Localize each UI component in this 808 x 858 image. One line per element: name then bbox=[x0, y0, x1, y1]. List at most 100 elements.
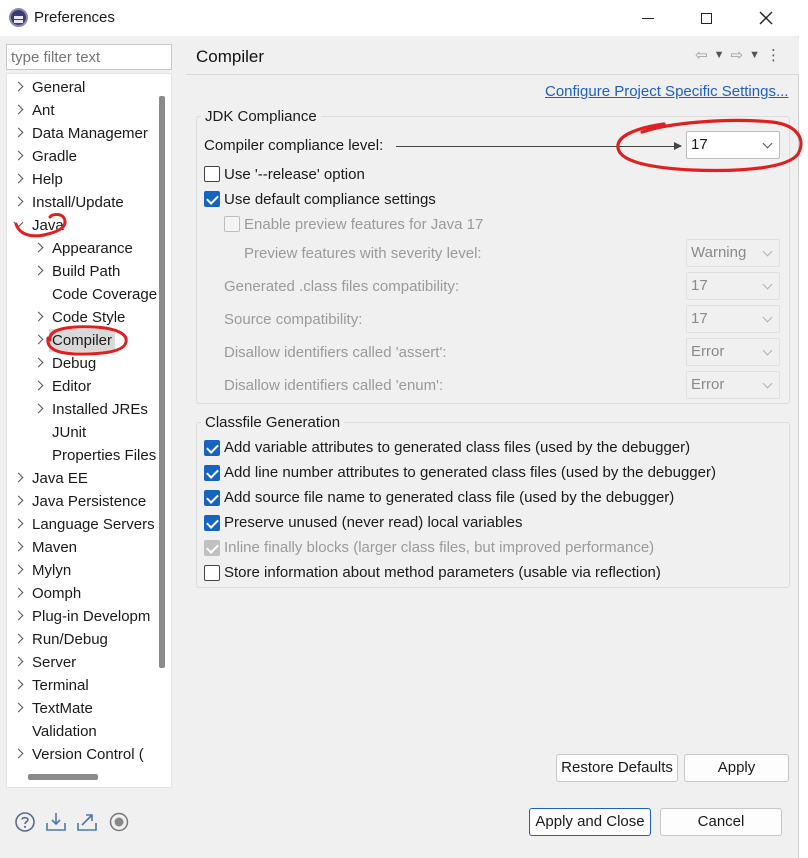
chevron-right-icon[interactable] bbox=[13, 679, 24, 690]
chevron-right-icon[interactable] bbox=[33, 311, 44, 322]
tree-item-label: Debug bbox=[52, 355, 97, 372]
preview-features-checkbox[interactable] bbox=[224, 216, 240, 232]
tree-item-version-control[interactable]: Version Control ( bbox=[7, 743, 167, 766]
tree-item-junit[interactable]: JUnit bbox=[7, 421, 167, 444]
chevron-down-icon bbox=[762, 246, 773, 257]
tree-item-maven[interactable]: Maven bbox=[7, 536, 167, 559]
chevron-right-icon[interactable] bbox=[13, 656, 24, 667]
forward-arrow-icon[interactable]: ⇨ bbox=[731, 46, 744, 64]
enum-ids-label: Disallow identifiers called 'enum': bbox=[224, 377, 444, 394]
classfile-option-checkbox[interactable] bbox=[204, 540, 220, 556]
tree-item-compiler[interactable]: Compiler bbox=[7, 329, 167, 352]
import-icon[interactable] bbox=[45, 811, 67, 833]
apply-button[interactable]: Apply bbox=[684, 754, 789, 782]
tree-item-java-ee[interactable]: Java EE bbox=[7, 467, 167, 490]
tree-item-terminal[interactable]: Terminal bbox=[7, 674, 167, 697]
apply-and-close-button[interactable]: Apply and Close bbox=[529, 808, 651, 836]
back-arrow-icon[interactable]: ⇦ bbox=[695, 46, 708, 64]
release-option-checkbox[interactable] bbox=[204, 166, 220, 182]
tree-item-code-style[interactable]: Code Style bbox=[7, 306, 167, 329]
chevron-right-icon[interactable] bbox=[13, 633, 24, 644]
tree-item-plug-in-developm[interactable]: Plug-in Developm bbox=[7, 605, 167, 628]
tree-item-server[interactable]: Server bbox=[7, 651, 167, 674]
tree-item-appearance[interactable]: Appearance bbox=[7, 237, 167, 260]
chevron-right-icon[interactable] bbox=[13, 196, 24, 207]
generated-class-select[interactable]: 17 bbox=[686, 272, 780, 300]
chevron-right-icon[interactable] bbox=[13, 81, 24, 92]
source-compat-label: Source compatibility: bbox=[224, 311, 363, 328]
assert-ids-select[interactable]: Error bbox=[686, 338, 780, 366]
chevron-right-icon[interactable] bbox=[13, 472, 24, 483]
chevron-right-icon[interactable] bbox=[13, 587, 24, 598]
chevron-right-icon[interactable] bbox=[33, 403, 44, 414]
chevron-right-icon[interactable] bbox=[13, 564, 24, 575]
chevron-right-icon[interactable] bbox=[13, 610, 24, 621]
chevron-right-icon[interactable] bbox=[13, 541, 24, 552]
help-icon[interactable] bbox=[14, 811, 36, 833]
tree-item-ant[interactable]: Ant bbox=[7, 99, 167, 122]
chevron-right-icon[interactable] bbox=[13, 104, 24, 115]
source-compat-select[interactable]: 17 bbox=[686, 305, 780, 333]
tree-item-code-coverage[interactable]: Code Coverage bbox=[7, 283, 167, 306]
chevron-down-icon[interactable] bbox=[13, 217, 24, 228]
tree-item-gradle[interactable]: Gradle bbox=[7, 145, 167, 168]
tree-item-label: Build Path bbox=[52, 263, 121, 280]
tree-item-installed-jres[interactable]: Installed JREs bbox=[7, 398, 167, 421]
tree-item-mylyn[interactable]: Mylyn bbox=[7, 559, 167, 582]
tree-item-java-persistence[interactable]: Java Persistence bbox=[7, 490, 167, 513]
tree-item-data-managemer[interactable]: Data Managemer bbox=[7, 122, 167, 145]
compliance-level-select[interactable]: 17 bbox=[686, 131, 780, 159]
preview-severity-select[interactable]: Warning bbox=[686, 239, 780, 267]
maximize-button[interactable] bbox=[677, 0, 735, 36]
classfile-option-checkbox[interactable] bbox=[204, 465, 220, 481]
chevron-right-icon[interactable] bbox=[13, 173, 24, 184]
tree-item-validation[interactable]: Validation bbox=[7, 720, 167, 743]
chevron-right-icon[interactable] bbox=[33, 334, 44, 345]
forward-menu-chevron-icon[interactable]: ▼ bbox=[749, 49, 760, 61]
tree-item-run-debug[interactable]: Run/Debug bbox=[7, 628, 167, 651]
chevron-down-icon bbox=[762, 312, 773, 323]
chevron-right-icon[interactable] bbox=[13, 748, 24, 759]
close-button[interactable] bbox=[737, 0, 795, 36]
chevron-right-icon[interactable] bbox=[13, 702, 24, 713]
configure-project-settings-link[interactable]: Configure Project Specific Settings... bbox=[545, 83, 788, 100]
chevron-right-icon[interactable] bbox=[33, 265, 44, 276]
tree-item-language-servers[interactable]: Language Servers bbox=[7, 513, 167, 536]
tree-item-editor[interactable]: Editor bbox=[7, 375, 167, 398]
classfile-option-checkbox[interactable] bbox=[204, 565, 220, 581]
chevron-right-icon[interactable] bbox=[13, 127, 24, 138]
tree-item-help[interactable]: Help bbox=[7, 168, 167, 191]
chevron-right-icon[interactable] bbox=[13, 495, 24, 506]
minimize-button[interactable] bbox=[619, 0, 677, 36]
tree-item-java[interactable]: Java bbox=[7, 214, 167, 237]
tree-item-label: General bbox=[32, 79, 86, 96]
restore-defaults-button[interactable]: Restore Defaults bbox=[556, 754, 678, 782]
tree-item-general[interactable]: General bbox=[7, 76, 167, 99]
chevron-right-icon[interactable] bbox=[33, 242, 44, 253]
record-icon[interactable] bbox=[108, 811, 130, 833]
tree-item-textmate[interactable]: TextMate bbox=[7, 697, 167, 720]
tree-item-install-update[interactable]: Install/Update bbox=[7, 191, 167, 214]
view-menu-icon[interactable]: ⋮ bbox=[766, 46, 781, 64]
cancel-button[interactable]: Cancel bbox=[660, 808, 782, 836]
classfile-option-label: Preserve unused (never read) local varia… bbox=[224, 514, 523, 531]
chevron-right-icon[interactable] bbox=[13, 150, 24, 161]
tree-item-properties-files[interactable]: Properties Files bbox=[7, 444, 167, 467]
filter-input[interactable] bbox=[6, 44, 172, 70]
back-menu-chevron-icon[interactable]: ▼ bbox=[714, 49, 725, 61]
chevron-right-icon[interactable] bbox=[33, 357, 44, 368]
classfile-option-checkbox[interactable] bbox=[204, 515, 220, 531]
export-icon[interactable] bbox=[76, 811, 98, 833]
tree-item-build-path[interactable]: Build Path bbox=[7, 260, 167, 283]
tree-item-oomph[interactable]: Oomph bbox=[7, 582, 167, 605]
assert-ids-label: Disallow identifiers called 'assert': bbox=[224, 344, 447, 361]
chevron-right-icon[interactable] bbox=[13, 518, 24, 529]
classfile-option-checkbox[interactable] bbox=[204, 440, 220, 456]
classfile-option-checkbox[interactable] bbox=[204, 490, 220, 506]
tree-item-debug[interactable]: Debug bbox=[7, 352, 167, 375]
default-compliance-checkbox[interactable] bbox=[204, 191, 220, 207]
chevron-right-icon[interactable] bbox=[33, 380, 44, 391]
tree-horizontal-scrollbar[interactable] bbox=[28, 774, 98, 780]
enum-ids-select[interactable]: Error bbox=[686, 371, 780, 399]
tree-vertical-scrollbar[interactable] bbox=[159, 96, 165, 668]
